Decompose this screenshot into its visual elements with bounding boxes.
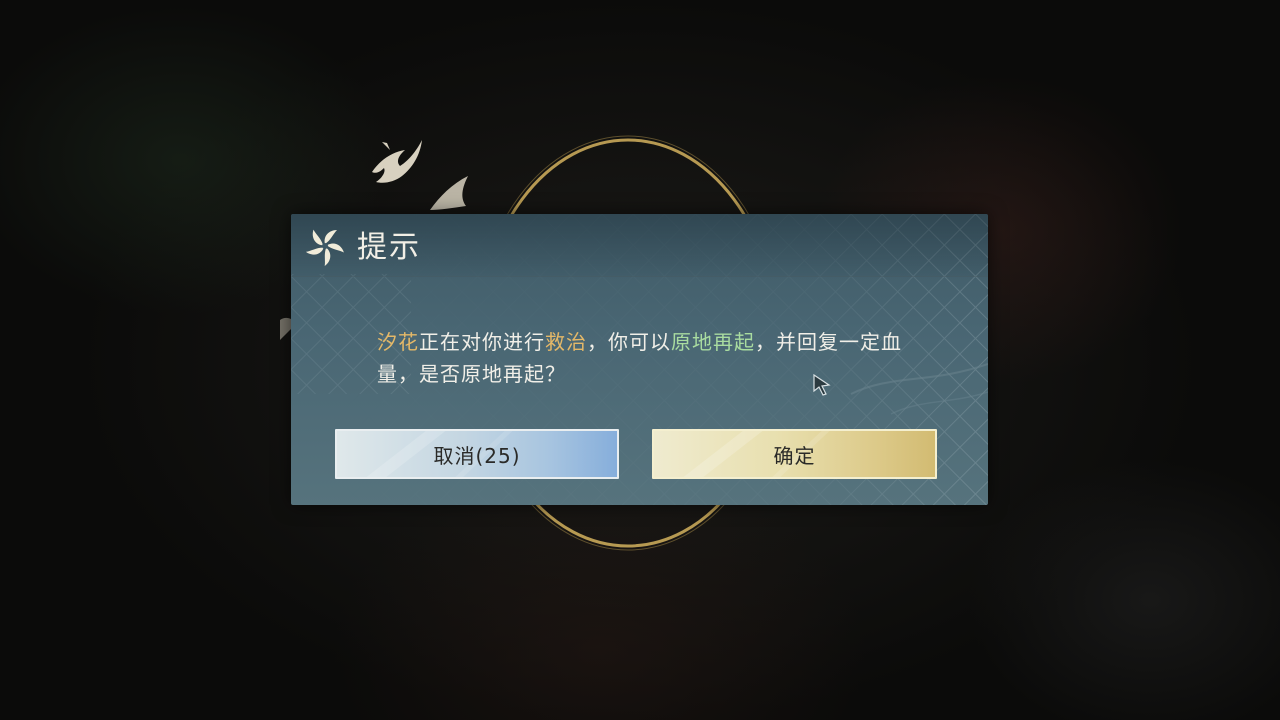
dialog-title: 提示	[357, 230, 421, 265]
confirm-button[interactable]: 确定	[652, 429, 937, 479]
message-text-part2: ，你可以	[587, 330, 671, 354]
pinwheel-icon	[305, 229, 344, 266]
pointer-cursor-icon	[813, 374, 831, 396]
message-text-part1: 正在对你进行	[419, 330, 545, 354]
player-name: 汐花	[377, 330, 419, 354]
dialog-message: 汐花正在对你进行救治，你可以原地再起，并回复一定血量，是否原地再起？	[377, 326, 917, 390]
dialog-header: 提示	[291, 214, 988, 277]
prompt-dialog: 提示 汐花正在对你进行救治，你可以原地再起，并回复一定血量，是否原地再起？ 取消…	[291, 214, 988, 505]
revive-in-place-text: 原地再起	[671, 330, 755, 354]
rescue-action-text: 救治	[545, 330, 587, 354]
game-scene: 提示 汐花正在对你进行救治，你可以原地再起，并回复一定血量，是否原地再起？ 取消…	[0, 0, 1280, 720]
cancel-button-label: 取消(25)	[433, 443, 521, 468]
cancel-button[interactable]: 取消(25)	[335, 429, 619, 479]
confirm-button-label: 确定	[773, 443, 816, 468]
